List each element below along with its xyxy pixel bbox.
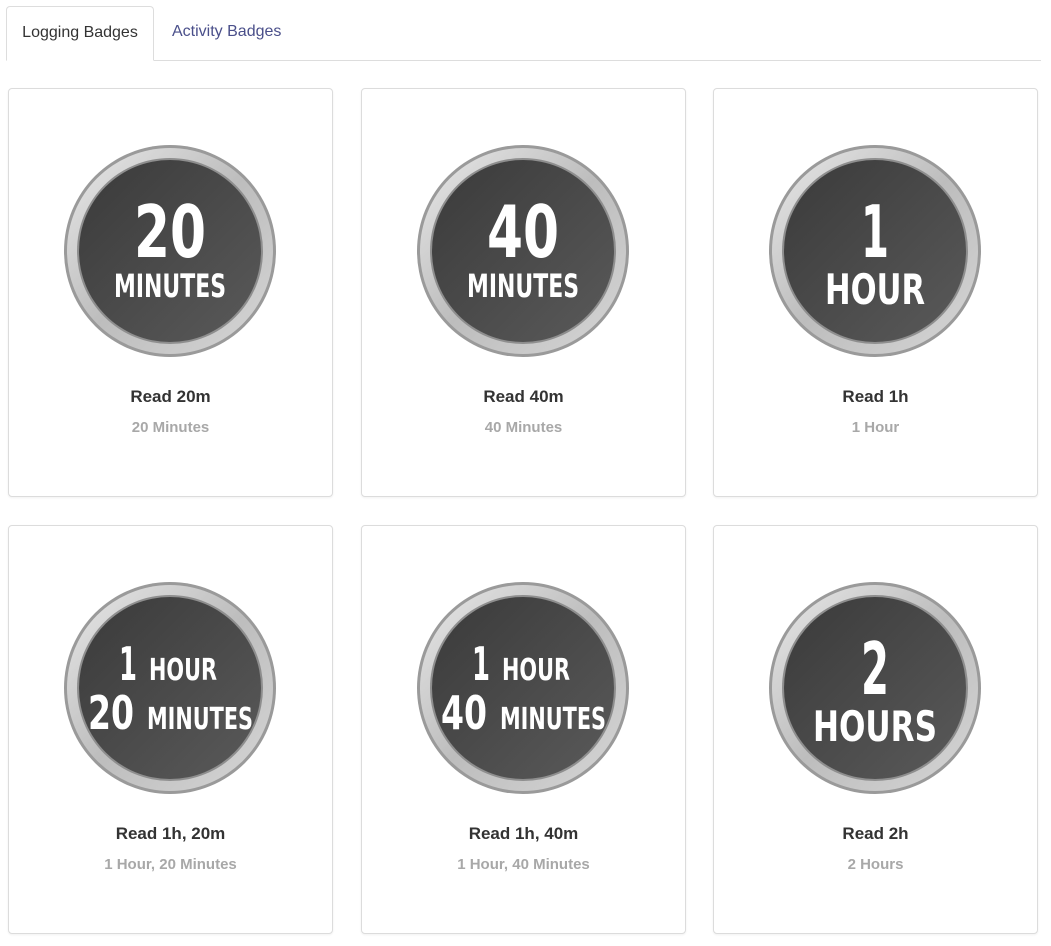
badge-medal: 20MINUTES <box>64 145 276 357</box>
badge-unit: HOUR <box>502 653 570 688</box>
badge-icon: 1 HOUR 40 MINUTES <box>416 581 630 795</box>
badge-number: 40 <box>441 686 487 740</box>
badge-unit: HOUR <box>149 653 217 688</box>
badge-number: 20 <box>88 686 134 740</box>
badge-medal: 2HOURS <box>769 582 981 794</box>
badge-unit: MINUTES <box>147 702 253 737</box>
badge-title: Read 1h, 40m <box>468 824 579 843</box>
badge-unit: HOUR <box>825 265 925 314</box>
badge-card: 40 MINUTES Read 40m 40 Minutes <box>361 88 686 497</box>
badge-icon: 40 MINUTES <box>416 144 630 358</box>
badge-icon: 1 HOUR <box>768 144 982 358</box>
badge-title: Read 1h <box>842 387 909 406</box>
tab-activity-badges[interactable]: Activity Badges <box>154 6 299 59</box>
badge-unit: MINUTES <box>114 267 226 305</box>
badge-subtitle: 40 Minutes <box>484 419 563 436</box>
badge-title: Read 20m <box>130 387 211 406</box>
badge-subtitle: 2 Hours <box>847 856 904 873</box>
badge-subtitle: 1 Hour, 40 Minutes <box>457 856 590 873</box>
tab-logging-badges[interactable]: Logging Badges <box>6 6 154 61</box>
badge-unit: MINUTES <box>500 702 606 737</box>
badge-subtitle: 1 Hour <box>851 419 900 436</box>
badge-card: 1 HOUR 40 MINUTES Read 1h, 40m 1 Hour, 40 M… <box>361 525 686 934</box>
badge-icon: 2 HOURS <box>768 581 982 795</box>
badge-card: 20 MINUTES Read 20m 20 Minutes <box>8 88 333 497</box>
badge-subtitle: 20 Minutes <box>131 419 210 436</box>
badge-number: 1 <box>472 637 490 691</box>
badge-title: Read 1h, 20m <box>115 824 226 843</box>
badge-card: 2 HOURS Read 2h 2 Hours <box>713 525 1038 934</box>
badge-number: 40 <box>487 190 559 274</box>
badge-card: 1 HOUR 20 MINUTES Read 1h, 20m 1 Hour, 20 M… <box>8 525 333 934</box>
badge-unit: HOURS <box>813 702 937 751</box>
badge-medal: 1HOUR <box>769 145 981 357</box>
badge-title: Read 2h <box>842 824 909 843</box>
badge-medal: 1 HOUR 40 MINUTES <box>417 582 629 794</box>
badge-unit: MINUTES <box>467 267 579 305</box>
badge-number: 2 <box>861 627 889 711</box>
badge-icon: 1 HOUR 20 MINUTES <box>63 581 277 795</box>
badge-icon: 20 MINUTES <box>63 144 277 358</box>
badge-number: 1 <box>861 190 889 274</box>
badge-tabs: Logging Badges Activity Badges <box>6 6 1041 61</box>
badge-number: 20 <box>134 190 206 274</box>
badge-medal: 40MINUTES <box>417 145 629 357</box>
badge-number: 1 <box>119 637 137 691</box>
badge-medal: 1 HOUR 20 MINUTES <box>64 582 276 794</box>
badge-title: Read 40m <box>483 387 564 406</box>
badge-subtitle: 1 Hour, 20 Minutes <box>104 856 237 873</box>
badge-card: 1 HOUR Read 1h 1 Hour <box>713 88 1038 497</box>
